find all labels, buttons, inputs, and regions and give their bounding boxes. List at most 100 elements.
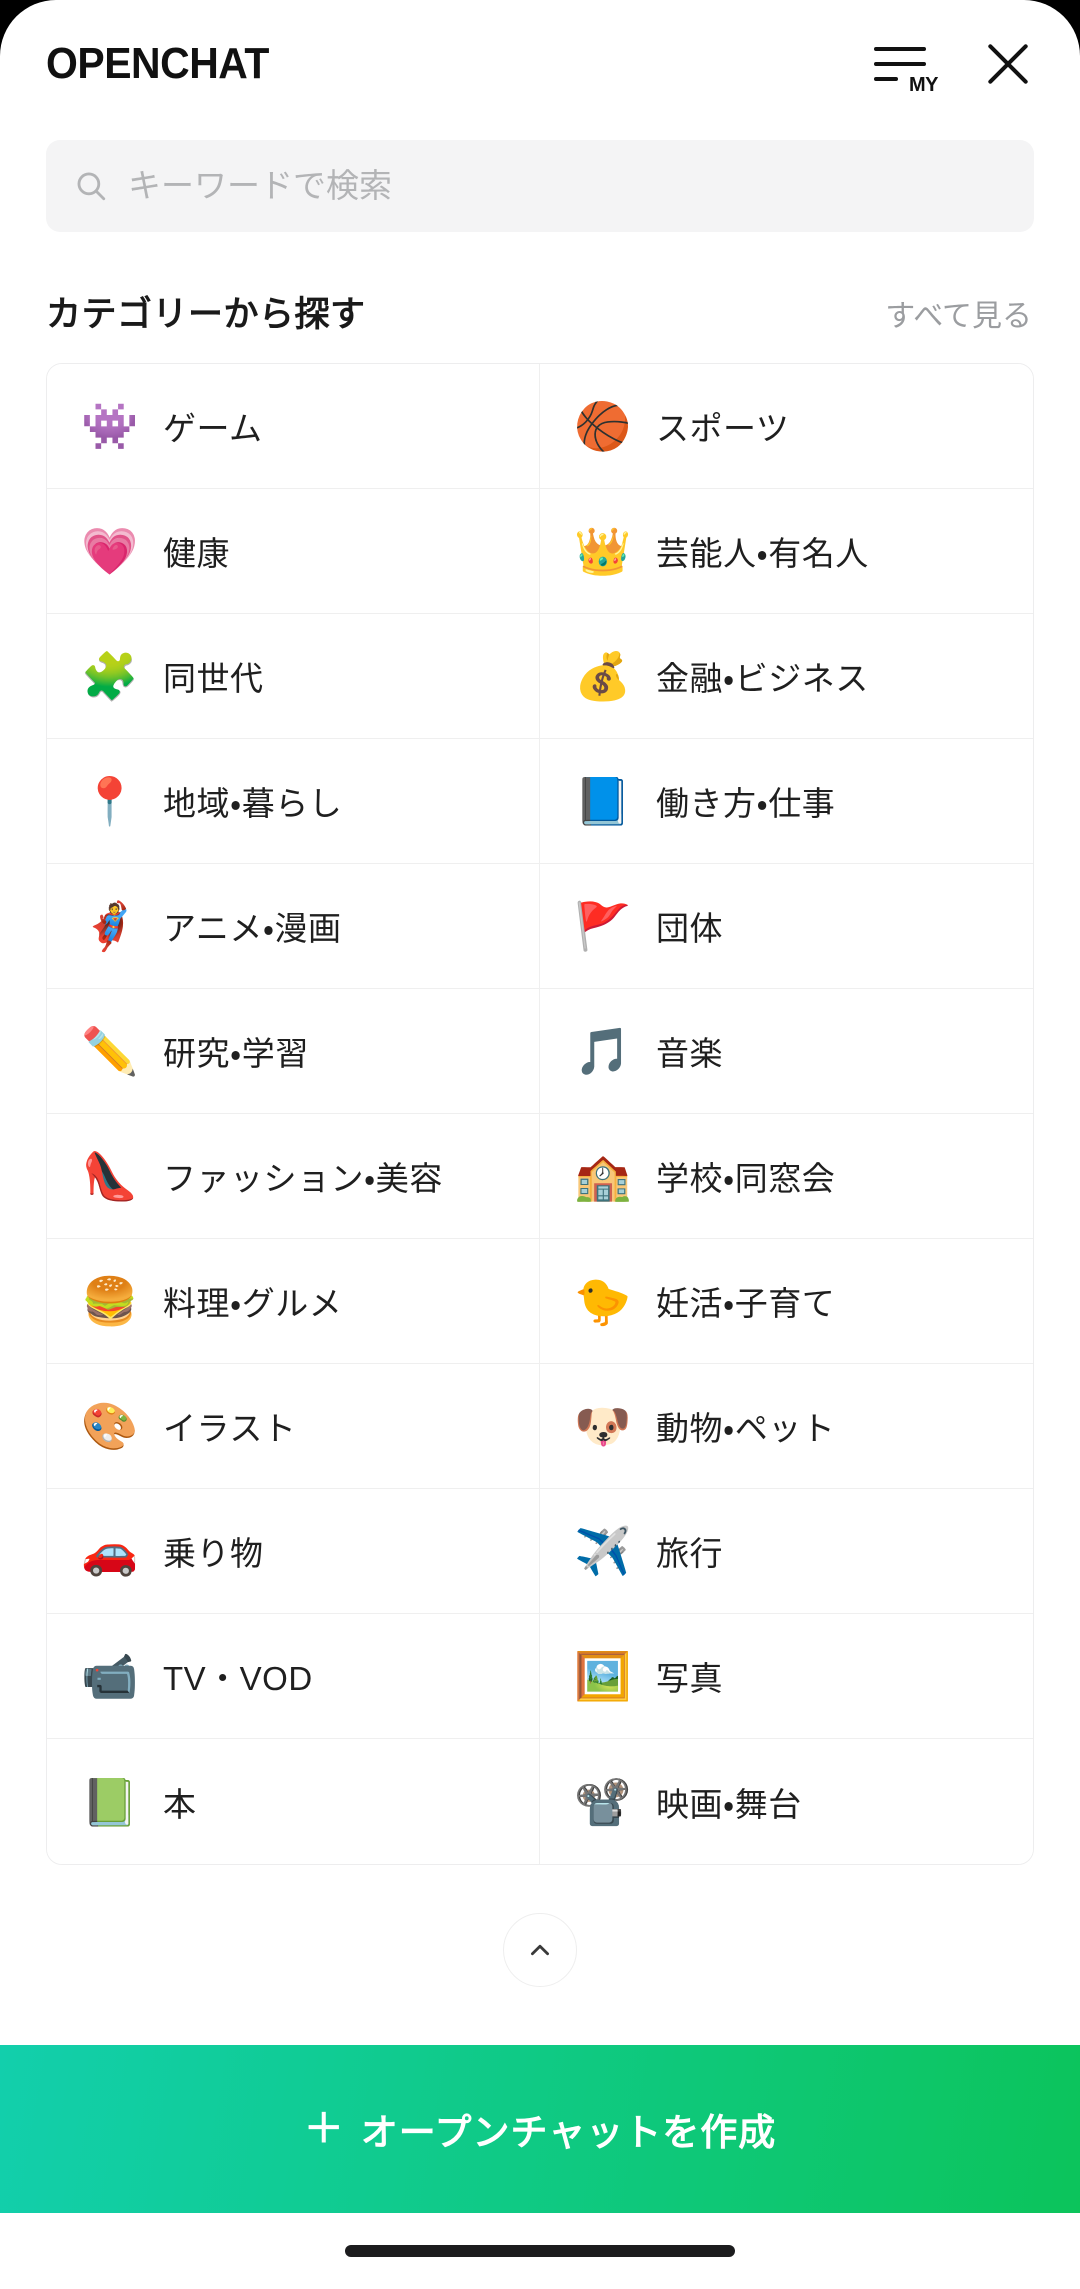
category-item[interactable]: 💗 健康 [47, 489, 540, 614]
category-item[interactable]: 🐶 動物・ペット [540, 1364, 1033, 1489]
category-label: 音楽 [656, 1035, 723, 1072]
home-indicator-area [0, 2213, 1080, 2289]
category-label: 同世代 [163, 660, 264, 697]
category-label: 映画・舞台 [656, 1785, 802, 1823]
high-heel-icon: 👠 [81, 1149, 139, 1203]
category-item[interactable]: 📽️ 映画・舞台 [540, 1739, 1033, 1864]
category-label: 団体 [656, 910, 723, 947]
film-projector-icon: 📽️ [574, 1774, 632, 1829]
openchat-modal-sheet: OPENCHAT MY カテゴリーから探す すべて見る 👾ゲーム🏀ス [0, 0, 1080, 2289]
category-label: 健康 [163, 535, 230, 572]
category-label: 妊活・子育て [656, 1285, 836, 1322]
close-icon[interactable] [980, 36, 1036, 92]
puzzle-icon: 🧩 [81, 649, 139, 703]
category-item[interactable]: 📗 本 [47, 1739, 540, 1864]
category-label: TV・VOD [163, 1660, 313, 1697]
category-item[interactable]: 📹 TV・VOD [47, 1614, 540, 1739]
my-menu-button[interactable]: MY [874, 36, 939, 96]
photo-icon: 🖼️ [574, 1649, 632, 1703]
category-item[interactable]: 👑 芸能人・有名人 [540, 489, 1033, 614]
category-label: ファッション・美容 [163, 1160, 443, 1197]
see-all-link[interactable]: すべて見る [885, 291, 1032, 335]
create-openchat-label: ＋ オープンチャットを作成 [304, 2102, 776, 2156]
red-flag-icon: 🚩 [574, 899, 632, 953]
hamburger-food-icon: 🍔 [81, 1274, 139, 1328]
category-label: 乗り物 [163, 1535, 264, 1572]
search-box[interactable] [46, 140, 1034, 232]
category-label: 本 [163, 1785, 197, 1823]
category-item[interactable]: 🎨 イラスト [47, 1364, 540, 1489]
menu-line-bottom [874, 77, 898, 81]
hero-mask-icon: 🦸 [81, 899, 139, 953]
chevron-up-icon [531, 1944, 549, 1956]
airplane-icon: ✈️ [574, 1524, 632, 1578]
home-indicator [345, 2245, 735, 2257]
category-label: 金融・ビジネス [656, 660, 869, 697]
category-item[interactable]: 🍔 料理・グルメ [47, 1239, 540, 1364]
dog-icon: 🐶 [574, 1399, 632, 1453]
category-item[interactable]: 🧩 同世代 [47, 614, 540, 739]
video-camera-icon: 📹 [81, 1649, 139, 1703]
category-item[interactable]: 🐤 妊活・子育て [540, 1239, 1033, 1364]
collapse-categories-button[interactable] [503, 1913, 577, 1987]
category-item[interactable]: 💰 金融・ビジネス [540, 614, 1033, 739]
category-item[interactable]: 🖼️ 写真 [540, 1614, 1033, 1739]
create-openchat-button[interactable]: ＋ オープンチャットを作成 [0, 2045, 1080, 2213]
category-label: 研究・学習 [163, 1035, 309, 1072]
book-icon: 📗 [81, 1774, 139, 1829]
category-label: 写真 [656, 1660, 723, 1697]
category-item[interactable]: 📍 地域・暮らし [47, 739, 540, 864]
header-actions: MY [874, 36, 1036, 96]
pencil-icon: ✏️ [81, 1024, 139, 1078]
work-document-icon: 📘 [574, 774, 632, 828]
duck-icon: 🐤 [574, 1274, 632, 1328]
coin-dollar-icon: 💰 [574, 649, 632, 703]
collapse-section [0, 1865, 1080, 2045]
heartbeat-icon: 💗 [81, 524, 139, 578]
category-label: 料理・グルメ [163, 1285, 343, 1322]
category-grid: 👾 ゲーム 🏀 スポーツ 💗 健康 👑 芸能人・有名人 🧩 同世代 💰 金融・ビジネス 📍 地域・暮らし 📘… [46, 363, 1034, 1865]
category-item[interactable]: 🦸 アニメ・漫画 [47, 864, 540, 989]
car-icon: 🚗 [81, 1524, 139, 1578]
category-label: 働き方・仕事 [656, 785, 836, 822]
category-grid-wrap: 👾 ゲーム 🏀 スポーツ 💗 健康 👑 芸能人・有名人 🧩 同世代 💰 金融・ビジネス 📍 地域・暮らし 📘… [0, 363, 1080, 1865]
map-pin-icon: 📍 [81, 774, 139, 828]
search-input[interactable] [128, 167, 1006, 205]
category-label: 動物・ペット [656, 1410, 836, 1447]
section-title: カテゴリーから探す [46, 295, 366, 334]
my-menu-label: MY [909, 74, 939, 96]
search-section [0, 128, 1080, 232]
category-label: 旅行 [656, 1535, 723, 1572]
category-item[interactable]: ✈️ 旅行 [540, 1489, 1033, 1614]
category-label: ゲーム [163, 410, 263, 447]
category-item[interactable]: ✏️ 研究・学習 [47, 989, 540, 1114]
search-icon [77, 172, 106, 201]
palette-icon: 🎨 [81, 1399, 139, 1453]
ghost-icon: 👾 [81, 399, 139, 453]
app-header: OPENCHAT MY [0, 0, 1080, 128]
page-title: OPENCHAT [46, 39, 269, 88]
basketball-icon: 🏀 [574, 399, 632, 453]
category-item[interactable]: 🎵 音楽 [540, 989, 1033, 1114]
category-item[interactable]: 🚩 団体 [540, 864, 1033, 989]
menu-line-top [874, 47, 926, 51]
category-label: スポーツ [656, 410, 790, 447]
create-openchat-text: オープンチャットを作成 [360, 2112, 777, 2153]
category-section-header: カテゴリーから探す すべて見る [0, 232, 1080, 363]
category-label: アニメ・漫画 [163, 910, 342, 947]
category-label: 地域・暮らし [163, 785, 343, 822]
category-item[interactable]: 👠 ファッション・美容 [47, 1114, 540, 1239]
category-label: イラスト [163, 1410, 297, 1447]
crown-icon: 👑 [574, 524, 632, 578]
music-note-icon: 🎵 [574, 1024, 632, 1078]
category-label: 学校・同窓会 [656, 1160, 836, 1197]
category-item[interactable]: 🏫 学校・同窓会 [540, 1114, 1033, 1239]
menu-line-middle [874, 62, 926, 66]
category-label: 芸能人・有名人 [656, 535, 869, 572]
category-item[interactable]: 📘 働き方・仕事 [540, 739, 1033, 864]
category-item[interactable]: 🏀 スポーツ [540, 364, 1033, 489]
category-item[interactable]: 🚗 乗り物 [47, 1489, 540, 1614]
school-icon: 🏫 [574, 1149, 632, 1203]
category-item[interactable]: 👾 ゲーム [47, 364, 540, 489]
plus-icon: ＋ [303, 2107, 345, 2151]
